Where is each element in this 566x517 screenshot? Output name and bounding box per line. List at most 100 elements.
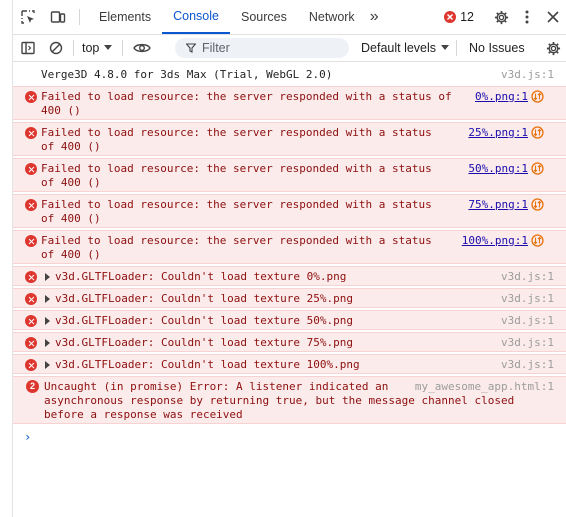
message-text-continued: asynchronous response by returning true,… bbox=[44, 394, 515, 407]
more-tabs-button[interactable]: » bbox=[366, 0, 383, 34]
gltf-error-message[interactable]: v3d.GLTFLoader: Couldn't load texture 25… bbox=[13, 288, 566, 308]
network-request-icon[interactable] bbox=[531, 234, 544, 250]
console-log: Verge3D 4.8.0 for 3ds Max (Trial, WebGL … bbox=[13, 62, 566, 448]
gltf-error-message[interactable]: v3d.GLTFLoader: Couldn't load texture 10… bbox=[13, 354, 566, 374]
message-text: Failed to load resource: the server resp… bbox=[41, 162, 432, 175]
message-text: v3d.GLTFLoader: Couldn't load texture 0%… bbox=[55, 270, 347, 283]
error-icon bbox=[444, 11, 457, 23]
clear-console-icon[interactable] bbox=[43, 35, 69, 61]
toolbar-separator bbox=[456, 40, 457, 56]
toolbar-separator bbox=[73, 40, 74, 56]
network-request-icon[interactable] bbox=[531, 90, 544, 106]
console-toolbar: top Filter Default levels No Issues bbox=[13, 35, 566, 62]
message-text: v3d.GLTFLoader: Couldn't load texture 50… bbox=[55, 314, 354, 327]
console-settings-gear-icon[interactable] bbox=[544, 39, 562, 57]
source-link[interactable]: 100%.png:1 bbox=[462, 234, 528, 249]
network-request-icon[interactable] bbox=[531, 126, 544, 142]
message-text-continued-2: before a response was received bbox=[44, 408, 243, 421]
source-link[interactable]: my_awesome_app.html:1 bbox=[415, 380, 554, 395]
error-icon bbox=[25, 235, 37, 247]
error-icon bbox=[25, 199, 37, 211]
source-link[interactable]: v3d.js:1 bbox=[501, 68, 554, 83]
message-text: v3d.GLTFLoader: Couldn't load texture 25… bbox=[55, 292, 354, 305]
error-icon bbox=[25, 315, 37, 327]
more-options-icon[interactable] bbox=[514, 0, 540, 34]
network-error-message: Failed to load resource: the server resp… bbox=[13, 158, 566, 192]
gltf-error-message[interactable]: v3d.GLTFLoader: Couldn't load texture 50… bbox=[13, 310, 566, 330]
live-expression-eye-icon[interactable] bbox=[131, 35, 153, 61]
filter-funnel-icon bbox=[186, 43, 196, 53]
source-link[interactable]: 50%.png:1 bbox=[468, 162, 528, 177]
tab-console[interactable]: Console bbox=[162, 0, 230, 34]
network-request-icon[interactable] bbox=[531, 162, 544, 178]
network-error-message: Failed to load resource: the server resp… bbox=[13, 86, 566, 120]
message-text: v3d.GLTFLoader: Couldn't load texture 10… bbox=[55, 358, 360, 371]
error-icon bbox=[25, 337, 37, 349]
message-text: Uncaught (in promise) Error: A listener … bbox=[44, 380, 389, 393]
message-text-continued: of 400 () bbox=[41, 140, 101, 153]
error-counter[interactable]: 12 bbox=[444, 10, 474, 24]
message-text-continued: 400 () bbox=[41, 104, 81, 117]
message-text: Failed to load resource: the server resp… bbox=[41, 234, 432, 247]
source-link[interactable]: v3d.js:1 bbox=[501, 358, 554, 373]
source-link[interactable]: 0%.png:1 bbox=[475, 90, 528, 105]
error-icon bbox=[25, 127, 37, 139]
error-icon bbox=[25, 271, 37, 283]
console-prompt[interactable]: › bbox=[13, 426, 566, 448]
message-text: Failed to load resource: the server resp… bbox=[41, 126, 432, 139]
log-levels-dropdown[interactable]: Default levels bbox=[361, 41, 450, 55]
source-link[interactable]: 25%.png:1 bbox=[468, 126, 528, 141]
prompt-chevron-icon: › bbox=[24, 430, 32, 444]
message-text: Failed to load resource: the server resp… bbox=[41, 198, 432, 211]
issues-counter[interactable]: No Issues bbox=[469, 41, 525, 55]
chevron-down-icon bbox=[441, 45, 450, 51]
inspect-element-icon[interactable] bbox=[13, 0, 43, 34]
network-request-icon[interactable] bbox=[531, 198, 544, 214]
message-text-continued: of 400 () bbox=[41, 248, 101, 261]
message-text-continued: of 400 () bbox=[41, 212, 101, 225]
repeat-count-badge: 2 bbox=[26, 380, 39, 393]
gltf-error-message[interactable]: v3d.GLTFLoader: Couldn't load texture 0%… bbox=[13, 266, 566, 286]
tab-sources[interactable]: Sources bbox=[230, 0, 298, 34]
page-edge bbox=[0, 0, 13, 517]
error-icon bbox=[25, 359, 37, 371]
sidebar-toggle-icon[interactable] bbox=[13, 35, 43, 61]
uncaught-error-message: 2 Uncaught (in promise) Error: A listene… bbox=[13, 376, 566, 424]
error-count: 12 bbox=[460, 10, 474, 24]
tabbar-right: 12 bbox=[444, 0, 566, 34]
settings-gear-icon[interactable] bbox=[488, 0, 514, 34]
source-link[interactable]: 75%.png:1 bbox=[468, 198, 528, 213]
expand-triangle-icon[interactable] bbox=[45, 339, 50, 347]
error-icon bbox=[25, 91, 37, 103]
filter-placeholder: Filter bbox=[202, 41, 230, 55]
source-link[interactable]: v3d.js:1 bbox=[501, 270, 554, 285]
context-selector-label: top bbox=[82, 41, 100, 55]
context-selector[interactable]: top bbox=[82, 41, 113, 55]
message-text: Failed to load resource: the server resp… bbox=[41, 90, 452, 103]
expand-triangle-icon[interactable] bbox=[45, 361, 50, 369]
filter-input[interactable]: Filter bbox=[175, 38, 349, 58]
network-error-message: Failed to load resource: the server resp… bbox=[13, 230, 566, 264]
expand-triangle-icon[interactable] bbox=[45, 273, 50, 281]
tab-network[interactable]: Network bbox=[298, 0, 366, 34]
tab-separator bbox=[79, 9, 80, 25]
gltf-error-message[interactable]: v3d.GLTFLoader: Couldn't load texture 75… bbox=[13, 332, 566, 352]
devtools-panel: Elements Console Sources Network » 12 to… bbox=[13, 0, 566, 517]
devtools-tabbar: Elements Console Sources Network » 12 bbox=[13, 0, 566, 35]
source-link[interactable]: v3d.js:1 bbox=[501, 292, 554, 307]
expand-triangle-icon[interactable] bbox=[45, 295, 50, 303]
expand-triangle-icon[interactable] bbox=[45, 317, 50, 325]
close-devtools-icon[interactable] bbox=[540, 0, 566, 34]
tab-elements[interactable]: Elements bbox=[88, 0, 162, 34]
message-text-continued: of 400 () bbox=[41, 176, 101, 189]
source-link[interactable]: v3d.js:1 bbox=[501, 314, 554, 329]
message-text: Verge3D 4.8.0 for 3ds Max (Trial, WebGL … bbox=[41, 68, 333, 81]
chevron-down-icon bbox=[104, 45, 113, 51]
message-text: v3d.GLTFLoader: Couldn't load texture 75… bbox=[55, 336, 354, 349]
log-levels-label: Default levels bbox=[361, 41, 437, 55]
network-error-message: Failed to load resource: the server resp… bbox=[13, 122, 566, 156]
toolbar-separator bbox=[122, 40, 124, 56]
source-link[interactable]: v3d.js:1 bbox=[501, 336, 554, 351]
device-toolbar-icon[interactable] bbox=[43, 0, 73, 34]
log-message-info: Verge3D 4.8.0 for 3ds Max (Trial, WebGL … bbox=[13, 65, 566, 85]
